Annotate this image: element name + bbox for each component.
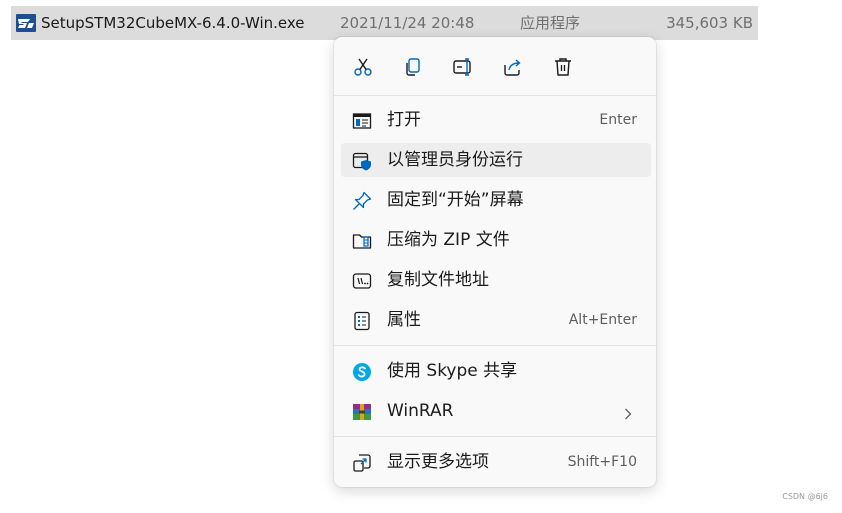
winrar-icon: [352, 402, 372, 422]
delete-button[interactable]: [547, 51, 579, 83]
copy-path-icon: [352, 271, 372, 291]
menu-item-pin-to-start[interactable]: 固定到“开始”屏幕: [341, 183, 651, 217]
menu-item-label: 显示更多选项: [387, 452, 489, 472]
file-name: SetupSTM32CubeMX-6.4.0-Win.exe: [41, 14, 305, 32]
menu-item-run-as-admin[interactable]: 以管理员身份运行: [341, 143, 651, 177]
chevron-right-icon: [623, 405, 633, 420]
watermark: CSDN @6j6: [782, 492, 828, 501]
menu-item-label: 使用 Skype 共享: [387, 361, 518, 381]
share-button[interactable]: [497, 51, 529, 83]
copy-button[interactable]: [397, 51, 429, 83]
menu-separator: [334, 436, 656, 437]
explorer-stage: SetupSTM32CubeMX-6.4.0-Win.exe 2021/11/2…: [0, 0, 842, 513]
menu-item-label: 复制文件地址: [387, 270, 489, 290]
menu-item-label: WinRAR: [387, 401, 454, 421]
menu-item-winrar[interactable]: WinRAR: [341, 394, 651, 428]
st-logo-icon: [16, 13, 36, 33]
scissors-icon: [354, 58, 372, 76]
properties-icon: [352, 311, 372, 331]
context-menu: 打开 Enter 以管理员身份运行 固定到“开始”屏幕 压缩为 ZIP 文件 复…: [334, 37, 656, 487]
more-options-icon: [352, 453, 372, 473]
skype-icon: [352, 362, 372, 382]
open-window-icon: [352, 111, 372, 131]
menu-item-label: 以管理员身份运行: [387, 150, 523, 170]
menu-item-label: 固定到“开始”屏幕: [387, 190, 524, 210]
file-type: 应用程序: [520, 14, 581, 32]
file-row-selected[interactable]: SetupSTM32CubeMX-6.4.0-Win.exe 2021/11/2…: [11, 6, 758, 40]
menu-separator: [334, 95, 656, 96]
admin-shield-icon: [352, 151, 372, 171]
menu-item-shortcut: Shift+F10: [567, 454, 637, 470]
menu-item-properties[interactable]: 属性 Alt+Enter: [341, 303, 651, 337]
menu-item-label: 属性: [387, 310, 421, 330]
share-icon: [504, 59, 521, 76]
zip-folder-icon: [352, 231, 372, 251]
menu-item-shortcut: Alt+Enter: [568, 312, 637, 328]
menu-item-share-skype[interactable]: 使用 Skype 共享: [341, 354, 651, 388]
menu-item-compress-zip[interactable]: 压缩为 ZIP 文件: [341, 223, 651, 257]
rename-button[interactable]: [447, 51, 479, 83]
file-size: 345,603 KB: [666, 14, 753, 32]
menu-item-copy-path[interactable]: 复制文件地址: [341, 263, 651, 297]
pin-icon: [352, 191, 372, 211]
menu-item-label: 压缩为 ZIP 文件: [387, 230, 510, 250]
menu-item-show-more-options[interactable]: 显示更多选项 Shift+F10: [341, 445, 651, 479]
rename-icon: [453, 58, 471, 76]
menu-separator: [334, 345, 656, 346]
menu-item-open[interactable]: 打开 Enter: [341, 103, 651, 137]
menu-item-shortcut: Enter: [599, 112, 637, 128]
file-modified-date: 2021/11/24 20:48: [340, 14, 475, 32]
menu-item-label: 打开: [387, 110, 421, 130]
copy-icon: [406, 58, 420, 76]
trash-icon: [555, 58, 571, 76]
context-toolbar: [334, 37, 656, 95]
cut-button[interactable]: [347, 51, 379, 83]
